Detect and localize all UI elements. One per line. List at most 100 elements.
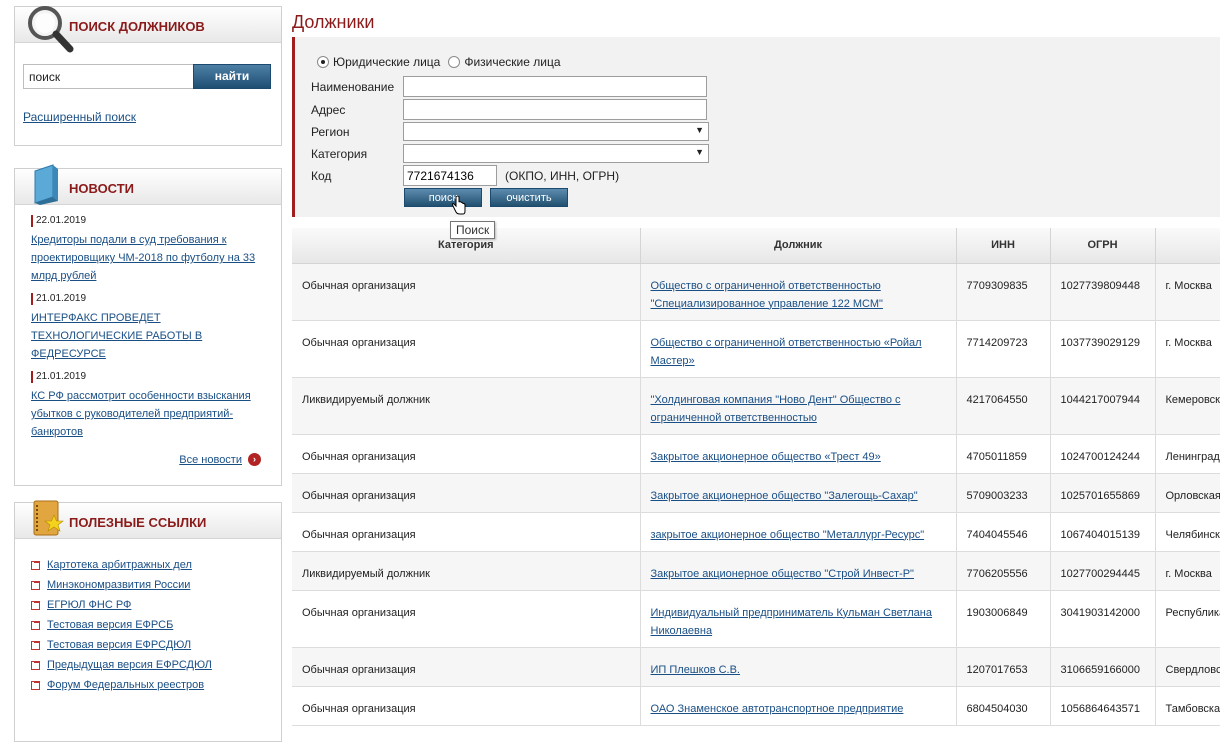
find-button[interactable]: найти <box>193 64 271 89</box>
news-link[interactable]: Кредиторы подали в суд требования к прое… <box>31 231 263 285</box>
radio-individual[interactable] <box>448 56 461 68</box>
link-item: Форум Федеральных реестров <box>31 679 281 691</box>
column-header-ogrn[interactable]: ОГРН <box>1050 228 1156 264</box>
dropdown-arrow-icon: ▼ <box>695 125 704 135</box>
cell-region: Ленинград <box>1155 434 1220 474</box>
news-date: 21.01.2019 <box>31 371 281 383</box>
external-link-icon <box>31 660 40 670</box>
search-tooltip: Поиск <box>450 221 496 239</box>
name-field[interactable] <box>403 76 707 97</box>
external-link-icon <box>31 560 40 570</box>
search-form-panel: Юридические лица Физические лица Наимено… <box>292 37 1220 217</box>
cell-inn: 7709309835 <box>956 263 1051 321</box>
all-news: Все новости › <box>179 453 261 466</box>
cell-debtor: Закрытое акционерное общество "Залегощь-… <box>640 473 957 513</box>
cell-inn: 7714209723 <box>956 320 1051 378</box>
external-link-icon <box>31 680 40 690</box>
cell-debtor: Закрытое акционерное общество «Трест 49» <box>640 434 957 474</box>
table-row: Обычная организация Общество с ограничен… <box>292 263 1220 321</box>
column-header-inn[interactable]: ИНН <box>956 228 1051 264</box>
hand-cursor-icon <box>451 195 467 219</box>
useful-link[interactable]: Тестовая версия ЕФРСДЮЛ <box>47 639 191 651</box>
all-news-link[interactable]: Все новости <box>179 454 242 466</box>
cell-category: Обычная организация <box>292 686 641 726</box>
cell-debtor: Общество с ограниченной ответственностью… <box>640 320 957 378</box>
link-item: Тестовая версия ЕФРСБ <box>31 619 281 631</box>
news-panel: Новости 22.01.2019 Кредиторы подали в су… <box>14 164 282 486</box>
magnifier-icon <box>23 3 75 58</box>
news-link[interactable]: ИНТЕРФАКС ПРОВЕДЕТ ТЕХНОЛОГИЧЕСКИЕ РАБОТ… <box>31 309 263 363</box>
cell-inn: 4705011859 <box>956 434 1051 474</box>
useful-link[interactable]: ЕГРЮЛ ФНС РФ <box>47 599 131 611</box>
cell-region: Кемеровск <box>1155 377 1220 435</box>
address-field[interactable] <box>403 99 707 120</box>
debtor-link[interactable]: ОАО Знаменское автотранспортное предприя… <box>651 703 904 715</box>
link-item: Картотека арбитражных дел <box>31 559 281 571</box>
debtor-link[interactable]: ИП Плешков С.В. <box>651 664 740 676</box>
cell-region: г. Москва <box>1155 320 1220 378</box>
table-row: Обычная организация Индивидуальный предп… <box>292 590 1220 648</box>
debtor-link[interactable]: Общество с ограниченной ответственностью… <box>651 337 922 367</box>
panel-title: Полезные ссылки <box>69 515 207 530</box>
notebook-star-icon <box>31 499 65 542</box>
cell-inn: 7404045546 <box>956 512 1051 552</box>
news-link[interactable]: КС РФ рассмотрит особенности взыскания у… <box>31 387 263 441</box>
search-button[interactable]: поиск <box>404 188 482 207</box>
column-header-region[interactable] <box>1155 228 1220 264</box>
cell-inn: 1903006849 <box>956 590 1051 648</box>
table-row: Обычная организация ИП Плешков С.В. 1207… <box>292 647 1220 687</box>
table-header-row: Категория Должник ИНН ОГРН <box>292 228 1220 264</box>
useful-link[interactable]: Форум Федеральных реестров <box>47 679 204 691</box>
debtor-link[interactable]: Закрытое акционерное общество «Трест 49» <box>651 451 881 463</box>
debtor-link[interactable]: закрытое акционерное общество "Металлург… <box>651 529 925 541</box>
radio-legal[interactable] <box>317 56 329 68</box>
debtor-search-panel: Поиск должников найти Расширенный поиск <box>14 6 282 146</box>
debtor-link[interactable]: Индивидуальный предприниматель Кульман С… <box>651 607 932 637</box>
dropdown-arrow-icon: ▼ <box>695 147 704 157</box>
category-label: Категория <box>311 146 368 161</box>
address-label: Адрес <box>311 102 346 117</box>
news-item: 22.01.2019 Кредиторы подали в суд требов… <box>31 215 281 285</box>
debtors-table: Категория Должник ИНН ОГРН Обычная орган… <box>292 228 1220 726</box>
link-item: Тестовая версия ЕФРСДЮЛ <box>31 639 281 651</box>
search-form: найти <box>23 64 271 89</box>
debtor-link[interactable]: Общество с ограниченной ответственностью… <box>651 280 883 310</box>
useful-link[interactable]: Картотека арбитражных дел <box>47 559 192 571</box>
radio-individual-label: Физические лица <box>464 55 561 69</box>
table-row: Обычная организация закрытое акционерное… <box>292 512 1220 552</box>
useful-links-panel: Полезные ссылки Картотека арбитражных де… <box>14 500 282 742</box>
panel-header: Полезные ссылки <box>15 500 281 539</box>
cell-region: Орловская <box>1155 473 1220 513</box>
search-input[interactable] <box>23 64 193 89</box>
news-item: 21.01.2019 КС РФ рассмотрит особенности … <box>31 371 281 441</box>
useful-link[interactable]: Тестовая версия ЕФРСБ <box>47 619 173 631</box>
name-row: Наименование <box>311 76 707 97</box>
cell-region: г. Москва <box>1155 551 1220 591</box>
arrow-right-icon[interactable]: › <box>248 453 261 466</box>
code-field[interactable] <box>403 165 497 186</box>
column-header-debtor[interactable]: Должник <box>640 228 957 264</box>
cell-ogrn: 1024700124244 <box>1050 434 1156 474</box>
external-link-icon <box>31 580 40 590</box>
table-row: Ликвидируемый должник Закрытое акционерн… <box>292 551 1220 591</box>
table-row: Обычная организация Закрытое акционерное… <box>292 434 1220 474</box>
link-item: ЕГРЮЛ ФНС РФ <box>31 599 281 611</box>
news-date: 22.01.2019 <box>31 215 281 227</box>
cell-debtor: Индивидуальный предприниматель Кульман С… <box>640 590 957 648</box>
useful-link[interactable]: Минэкономразвития России <box>47 579 190 591</box>
clear-button[interactable]: очистить <box>490 188 568 207</box>
category-select[interactable]: ▼ <box>403 144 709 163</box>
links-list: Картотека арбитражных дел Минэкономразви… <box>15 539 281 691</box>
debtor-link[interactable]: Закрытое акционерное общество "Строй Инв… <box>651 568 914 580</box>
debtor-link[interactable]: "Холдинговая компания "Ново Дент" Общест… <box>651 394 901 424</box>
cell-debtor: "Холдинговая компания "Ново Дент" Общест… <box>640 377 957 435</box>
cell-ogrn: 1037739029129 <box>1050 320 1156 378</box>
cell-ogrn: 3041903142000 <box>1050 590 1156 648</box>
debtor-link[interactable]: Закрытое акционерное общество "Залегощь-… <box>651 490 918 502</box>
news-list: 22.01.2019 Кредиторы подали в суд требов… <box>15 205 281 441</box>
book-icon <box>31 163 61 208</box>
advanced-search-link[interactable]: Расширенный поиск <box>23 110 136 124</box>
region-select[interactable]: ▼ <box>403 122 709 141</box>
external-link-icon <box>31 640 40 650</box>
useful-link[interactable]: Предыдущая версия ЕФРСДЮЛ <box>47 659 212 671</box>
